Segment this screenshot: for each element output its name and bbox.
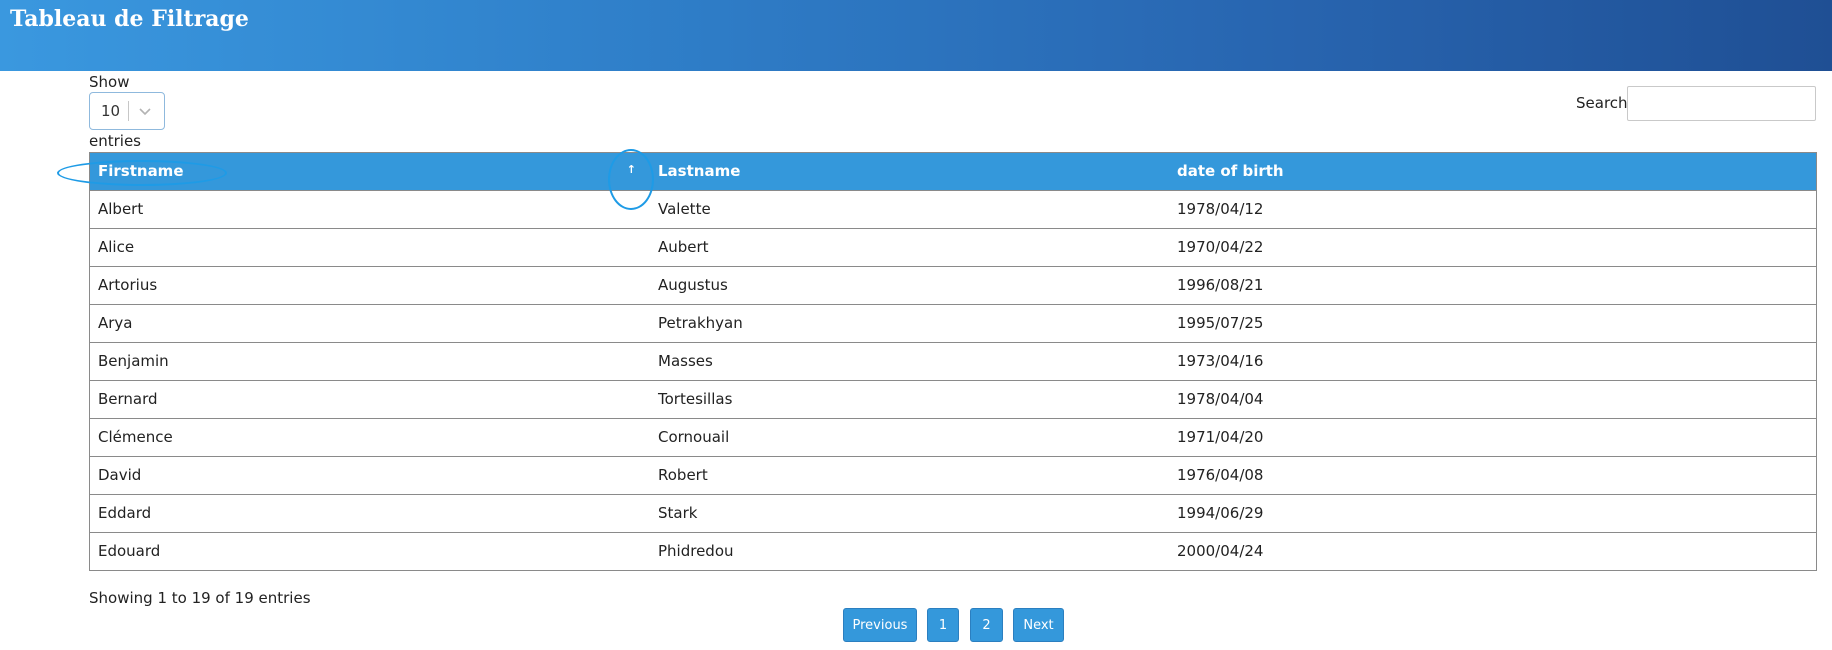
cell-lastname: Aubert <box>658 238 709 256</box>
cell-date-of-birth: 1995/07/25 <box>1177 314 1264 332</box>
select-divider <box>128 101 129 121</box>
table-row: Edouard Phidredou 2000/04/24 <box>90 532 1816 570</box>
table-row: Bernard Tortesillas 1978/04/04 <box>90 380 1816 418</box>
page-header: Tableau de Filtrage <box>0 0 1832 71</box>
table-row: Clémence Cornouail 1971/04/20 <box>90 418 1816 456</box>
table-row: Albert Valette 1978/04/12 <box>90 190 1816 228</box>
cell-date-of-birth: 1973/04/16 <box>1177 352 1264 370</box>
show-label: Show <box>89 73 130 91</box>
column-header-date-of-birth[interactable]: date of birth <box>1169 153 1816 190</box>
cell-lastname: Phidredou <box>658 542 734 561</box>
cell-lastname: Masses <box>658 352 713 370</box>
cell-date-of-birth: 1978/04/12 <box>1177 200 1264 218</box>
cell-lastname: Tortesillas <box>658 390 733 408</box>
table-row: Benjamin Masses 1973/04/16 <box>90 342 1816 380</box>
cell-date-of-birth: 1971/04/20 <box>1177 428 1264 446</box>
column-label: Firstname <box>98 162 184 181</box>
cell-firstname: Arya <box>98 314 133 332</box>
cell-firstname: Bernard <box>98 390 158 408</box>
cell-firstname: Eddard <box>98 504 152 522</box>
data-table: Firstname ↑ Lastname date of birth Alber… <box>89 152 1817 571</box>
cell-lastname: Robert <box>658 466 708 484</box>
column-header-firstname[interactable]: Firstname ↑ <box>90 153 650 190</box>
cell-date-of-birth: 1978/04/04 <box>1177 390 1264 408</box>
pagination: Previous 1 2 Next <box>0 608 1832 642</box>
sort-ascending-icon: ↑ <box>626 163 636 176</box>
column-header-lastname[interactable]: Lastname <box>650 153 1169 190</box>
cell-firstname: Alice <box>98 238 135 256</box>
cell-lastname: Petrakhyan <box>658 314 743 332</box>
cell-firstname: Albert <box>98 200 144 218</box>
page-title: Tableau de Filtrage <box>10 6 249 32</box>
column-label: date of birth <box>1177 162 1284 181</box>
previous-button[interactable]: Previous <box>843 608 917 642</box>
search-input[interactable] <box>1627 86 1816 121</box>
cell-date-of-birth: 1996/08/21 <box>1177 276 1264 294</box>
page-button-2[interactable]: 2 <box>970 608 1003 642</box>
cell-date-of-birth: 1970/04/22 <box>1177 238 1264 256</box>
page-button-1[interactable]: 1 <box>927 608 959 642</box>
entries-per-page-value: 10 <box>101 102 121 120</box>
cell-firstname: Clémence <box>98 428 173 446</box>
table-row: Eddard Stark 1994/06/29 <box>90 494 1816 532</box>
table-header-row: Firstname ↑ Lastname date of birth <box>90 153 1816 190</box>
table-row: Artorius Augustus 1996/08/21 <box>90 266 1816 304</box>
table-row: Arya Petrakhyan 1995/07/25 <box>90 304 1816 342</box>
cell-lastname: Valette <box>658 200 711 218</box>
cell-lastname: Cornouail <box>658 428 730 446</box>
cell-date-of-birth: 1976/04/08 <box>1177 466 1264 484</box>
table-info: Showing 1 to 19 of 19 entries <box>89 589 311 607</box>
cell-firstname: Benjamin <box>98 352 169 370</box>
cell-date-of-birth: 2000/04/24 <box>1177 542 1264 561</box>
table-row: David Robert 1976/04/08 <box>90 456 1816 494</box>
cell-lastname: Stark <box>658 504 698 522</box>
cell-lastname: Augustus <box>658 276 728 294</box>
column-label: Lastname <box>658 162 741 181</box>
table-row: Alice Aubert 1970/04/22 <box>90 228 1816 266</box>
cell-firstname: David <box>98 466 142 484</box>
chevron-down-icon <box>136 99 154 123</box>
cell-date-of-birth: 1994/06/29 <box>1177 504 1264 522</box>
cell-firstname: Edouard <box>98 542 161 561</box>
entries-per-page-select[interactable]: 10 <box>89 92 165 130</box>
cell-firstname: Artorius <box>98 276 158 294</box>
search-label: Search: <box>1576 94 1633 112</box>
entries-label: entries <box>89 132 141 150</box>
next-button[interactable]: Next <box>1013 608 1064 642</box>
